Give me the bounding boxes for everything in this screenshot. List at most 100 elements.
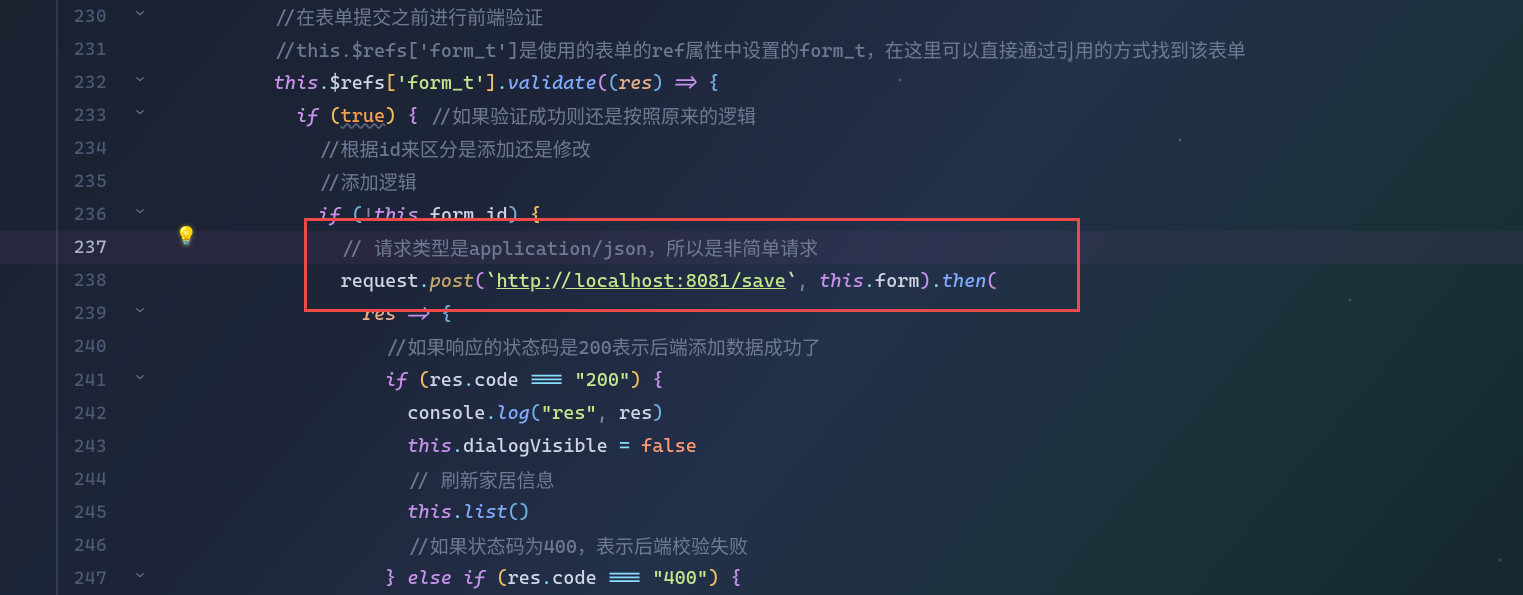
token: true [341, 105, 386, 127]
token: ) [920, 270, 931, 292]
token: { [652, 369, 663, 391]
token: if [463, 567, 485, 589]
gutter-row: 230⌄ [0, 0, 165, 33]
gutter-row: 231 [0, 33, 165, 66]
token [341, 204, 352, 226]
token: if [385, 369, 407, 391]
token: . [474, 204, 485, 226]
token: { [441, 303, 452, 325]
token [608, 402, 619, 424]
token: dialogVisible [463, 435, 608, 457]
code-line[interactable]: //根据id来区分是添加还是修改 [207, 132, 1523, 165]
gutter-row: 245 [0, 496, 165, 529]
indent-guide [207, 567, 385, 589]
gutter-row: 236⌄ [0, 198, 165, 231]
code-line[interactable]: // 请求类型是application/json，所以是非简单请求 [207, 231, 1523, 264]
token: ( [474, 270, 485, 292]
fold-chevron-icon[interactable]: ⌄ [115, 206, 165, 223]
token: res [619, 72, 652, 94]
code-line[interactable]: res => { [207, 297, 1523, 330]
code-area[interactable]: //在表单提交之前进行前端验证 //this.$refs['form_t']是使… [165, 0, 1523, 595]
token [608, 435, 619, 457]
token: if [318, 204, 340, 226]
fold-chevron-icon[interactable]: ⌄ [115, 107, 165, 124]
indent-guide [207, 237, 341, 259]
indent-guide [207, 369, 385, 391]
code-line[interactable]: //如果响应的状态码是200表示后端添加数据成功了 [207, 330, 1523, 363]
fold-chevron-icon[interactable]: ⌄ [115, 74, 165, 91]
token: list [463, 501, 508, 523]
token [630, 435, 641, 457]
token: code [474, 369, 519, 391]
token: . [463, 369, 474, 391]
token: //如果验证成功则还是按照原来的逻辑 [430, 102, 756, 129]
code-line[interactable]: //在表单提交之前进行前端验证 [207, 0, 1523, 33]
token [419, 105, 430, 127]
token: . [864, 270, 875, 292]
token: . [485, 402, 496, 424]
code-line[interactable]: request.post(`http://localhost:8081/save… [207, 264, 1523, 297]
fold-chevron-icon[interactable]: ⌄ [115, 372, 165, 389]
token: this [407, 435, 452, 457]
token: //this.$refs['form_t']是使用的表单的ref属性中设置的fo… [274, 36, 1246, 63]
token: . [931, 270, 942, 292]
code-line[interactable]: // 刷新家居信息 [207, 463, 1523, 496]
gutter-row: 237 [0, 231, 165, 264]
token: else [407, 567, 452, 589]
code-line[interactable]: } else if (res.code === "400") { [207, 562, 1523, 595]
token: res [508, 567, 541, 589]
code-line[interactable]: if (true) { //如果验证成功则还是按照原来的逻辑 [207, 99, 1523, 132]
token: this [374, 204, 419, 226]
code-line[interactable]: this.dialogVisible = false [207, 430, 1523, 463]
code-line[interactable]: console.log("res", res) [207, 397, 1523, 430]
code-editor[interactable]: 💡 230⌄231232⌄233⌄234235236⌄237238239⌄240… [0, 0, 1523, 595]
token: http://localhost:8081/save [496, 270, 785, 292]
token: request [341, 270, 419, 292]
token: } [385, 567, 396, 589]
token [396, 105, 407, 127]
token: res [430, 369, 463, 391]
token [407, 369, 418, 391]
indent-guide [207, 468, 407, 490]
token: false [641, 435, 697, 457]
gutter-row: 233⌄ [0, 99, 165, 132]
token [563, 369, 574, 391]
code-line[interactable]: if (!this.form.id) { [207, 198, 1523, 231]
code-line[interactable]: this.list() [207, 496, 1523, 529]
token: $refs [329, 72, 385, 94]
token: ! [363, 204, 374, 226]
indent-guide [207, 105, 296, 127]
indent-guide [207, 402, 407, 424]
token: { [407, 105, 418, 127]
token: ( [530, 402, 541, 424]
token [641, 567, 652, 589]
fold-chevron-icon[interactable]: ⌄ [115, 305, 165, 322]
fold-chevron-icon[interactable]: ⌄ [115, 570, 165, 587]
token: 'form_t' [396, 72, 485, 94]
token: ` [786, 270, 797, 292]
token: , [597, 402, 608, 424]
token: form [430, 204, 475, 226]
token: === [530, 369, 563, 391]
code-line[interactable]: if (res.code === "200") { [207, 364, 1523, 397]
token: ` [485, 270, 496, 292]
token: "res" [541, 402, 597, 424]
fold-chevron-icon[interactable]: ⌄ [115, 8, 165, 25]
token: if [296, 105, 318, 127]
token: . [419, 204, 430, 226]
code-line[interactable]: this.$refs['form_t'].validate((res) => { [207, 66, 1523, 99]
code-line[interactable]: //添加逻辑 [207, 165, 1523, 198]
indent-guide [207, 270, 341, 292]
indent-guide [207, 72, 274, 94]
code-line[interactable]: //如果状态码为400，表示后端校验失败 [207, 529, 1523, 562]
token: ( [597, 72, 608, 94]
token: ) [652, 72, 663, 94]
indent-guide [207, 39, 274, 61]
token [697, 72, 708, 94]
gutter-row: 240 [0, 330, 165, 363]
indent-guide [207, 6, 274, 28]
code-line[interactable]: //this.$refs['form_t']是使用的表单的ref属性中设置的fo… [207, 33, 1523, 66]
gutter-row: 232⌄ [0, 66, 165, 99]
token: //如果响应的状态码是200表示后端添加数据成功了 [385, 333, 821, 360]
indent-guide [207, 204, 318, 226]
